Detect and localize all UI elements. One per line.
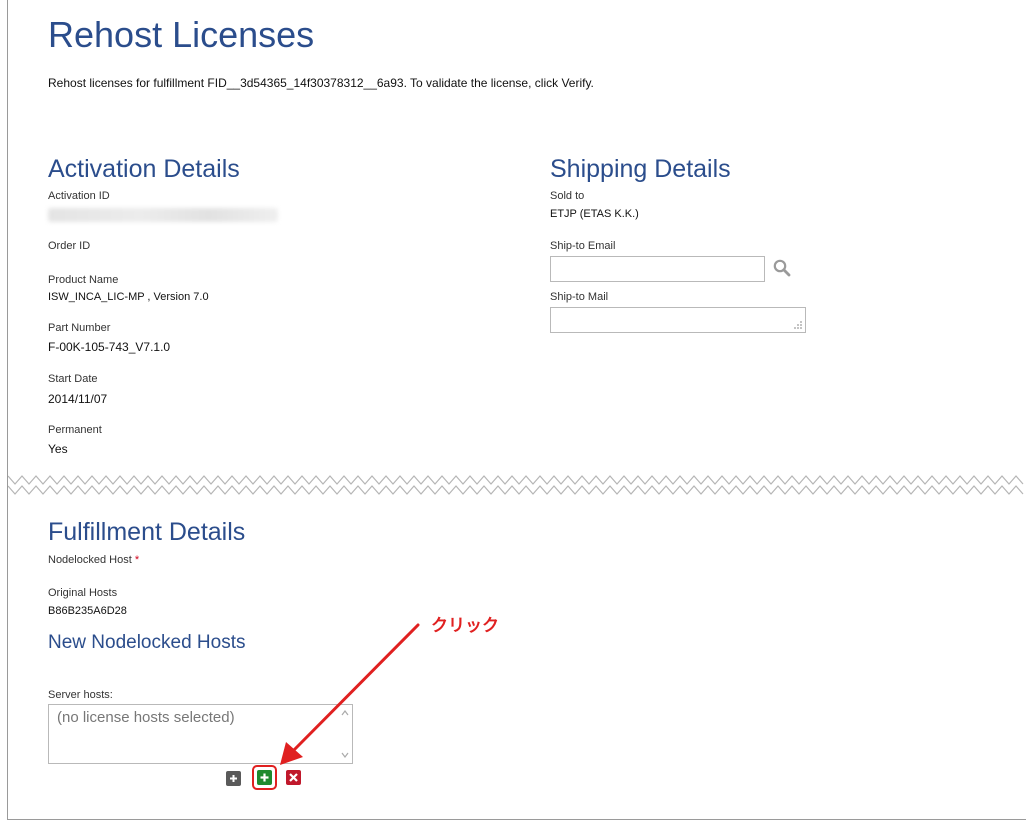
original-hosts-label: Original Hosts bbox=[48, 587, 118, 599]
shipping-details-heading: Shipping Details bbox=[550, 155, 731, 183]
original-hosts-value: B86B235A6D28 bbox=[48, 605, 127, 617]
nodelocked-host-label-text: Nodelocked Host bbox=[48, 554, 132, 566]
scroll-up-icon bbox=[341, 710, 349, 716]
part-number-value: F-00K-105-743_V7.1.0 bbox=[48, 340, 171, 354]
ship-to-email-label: Ship-to Email bbox=[550, 240, 616, 252]
page-title: Rehost Licenses bbox=[48, 14, 315, 55]
page-cut-divider bbox=[8, 475, 1024, 495]
ship-to-mail-textarea[interactable] bbox=[550, 307, 806, 333]
nodelocked-host-label: Nodelocked Host * bbox=[48, 554, 139, 566]
scroll-down-icon bbox=[341, 752, 349, 758]
required-asterisk: * bbox=[134, 554, 140, 566]
activation-details-heading: Activation Details bbox=[48, 155, 240, 183]
permanent-value: Yes bbox=[48, 442, 68, 456]
resize-handle-icon[interactable] bbox=[793, 320, 803, 330]
activation-id-value-redacted bbox=[48, 208, 278, 222]
sold-to-label: Sold to bbox=[550, 190, 585, 202]
ship-to-email-input[interactable] bbox=[550, 256, 765, 282]
product-name-value: ISW_INCA_LIC-MP , Version 7.0 bbox=[48, 291, 209, 303]
listbox-scrollbar[interactable] bbox=[338, 705, 352, 763]
start-date-value: 2014/11/07 bbox=[48, 392, 108, 406]
expand-icon[interactable] bbox=[226, 771, 241, 786]
add-icon bbox=[260, 773, 269, 782]
order-id-label: Order ID bbox=[48, 240, 91, 252]
product-name-label: Product Name bbox=[48, 274, 119, 286]
activation-id-label: Activation ID bbox=[48, 190, 110, 202]
add-host-button[interactable] bbox=[257, 770, 272, 785]
part-number-label: Part Number bbox=[48, 322, 111, 334]
fulfillment-details-heading: Fulfillment Details bbox=[48, 518, 246, 546]
permanent-label: Permanent bbox=[48, 424, 102, 436]
remove-icon bbox=[289, 773, 298, 782]
start-date-label: Start Date bbox=[48, 373, 98, 385]
new-nodelocked-hosts-heading: New Nodelocked Hosts bbox=[48, 632, 246, 653]
sold-to-value: ETJP (ETAS K.K.) bbox=[550, 208, 639, 220]
server-hosts-label: Server hosts: bbox=[48, 689, 113, 701]
click-annotation-text: クリック bbox=[431, 616, 499, 635]
page-frame bbox=[7, 0, 1026, 820]
ship-to-mail-label: Ship-to Mail bbox=[550, 291, 609, 303]
remove-host-button[interactable] bbox=[286, 770, 301, 785]
search-icon[interactable] bbox=[772, 258, 792, 278]
server-hosts-placeholder: (no license hosts selected) bbox=[57, 709, 235, 726]
intro-text: Rehost licenses for fulfillment FID__3d5… bbox=[48, 76, 594, 90]
server-hosts-listbox[interactable]: (no license hosts selected) bbox=[48, 704, 353, 764]
